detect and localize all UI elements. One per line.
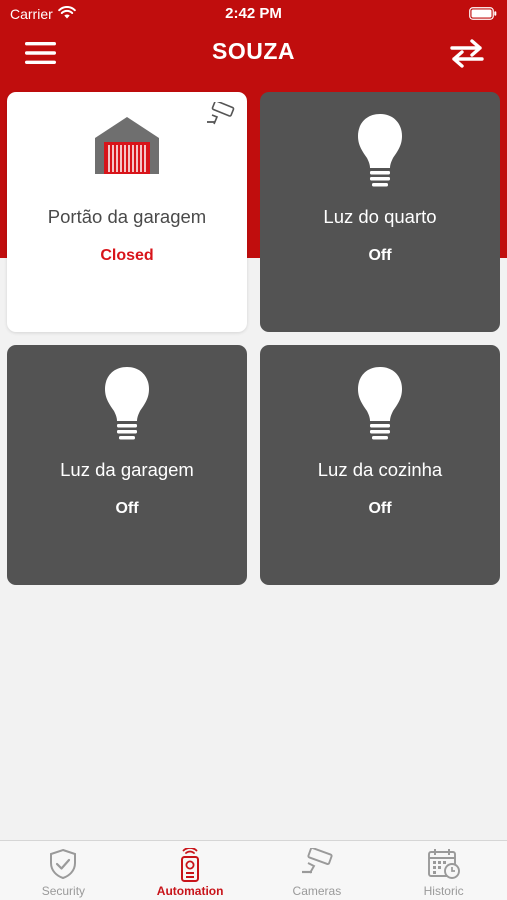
navigation-bar: SOUZA: [0, 28, 507, 78]
light-bulb-icon: [260, 365, 500, 441]
tab-cameras[interactable]: Cameras: [254, 841, 381, 900]
tab-historic[interactable]: Historic: [380, 841, 507, 900]
light-bulb-icon: [7, 365, 247, 441]
tab-label: Historic: [423, 884, 464, 898]
tab-label: Security: [41, 884, 86, 898]
tab-bar: Security Automation Cameras Historic: [0, 840, 507, 900]
light-bulb-icon: [260, 112, 500, 188]
device-card-bedroom-light[interactable]: Luz do quarto Off: [260, 92, 500, 332]
tab-label: Automation: [156, 884, 224, 898]
status-time: 2:42 PM: [225, 5, 282, 22]
garage-door-icon: [7, 112, 247, 178]
device-state: Off: [368, 247, 392, 264]
page-title: SOUZA: [212, 38, 295, 64]
device-card-kitchen-light[interactable]: Luz da cozinha Off: [260, 345, 500, 585]
calendar-clock-icon: [380, 848, 507, 880]
tab-label: Cameras: [292, 884, 342, 898]
device-name: Portão da garagem: [47, 206, 207, 227]
switch-location-button[interactable]: [449, 38, 485, 68]
device-state: Off: [115, 500, 139, 517]
device-state: Off: [368, 500, 392, 517]
swap-arrows-icon: [450, 39, 484, 68]
tab-security[interactable]: Security: [0, 841, 127, 900]
remote-control-icon: [127, 848, 254, 882]
device-state: Closed: [100, 247, 154, 264]
device-name: Luz do quarto: [323, 206, 437, 227]
device-card-garage-door[interactable]: Portão da garagem Closed: [7, 92, 247, 332]
device-name: Luz da garagem: [60, 459, 194, 480]
battery-icon: [469, 7, 497, 23]
tab-automation[interactable]: Automation: [127, 841, 254, 900]
shield-check-icon: [0, 848, 127, 880]
device-card-garage-light[interactable]: Luz da garagem Off: [7, 345, 247, 585]
status-bar: Carrier 2:42 PM: [0, 0, 507, 28]
security-camera-icon: [254, 848, 381, 876]
device-name: Luz da cozinha: [317, 459, 443, 480]
